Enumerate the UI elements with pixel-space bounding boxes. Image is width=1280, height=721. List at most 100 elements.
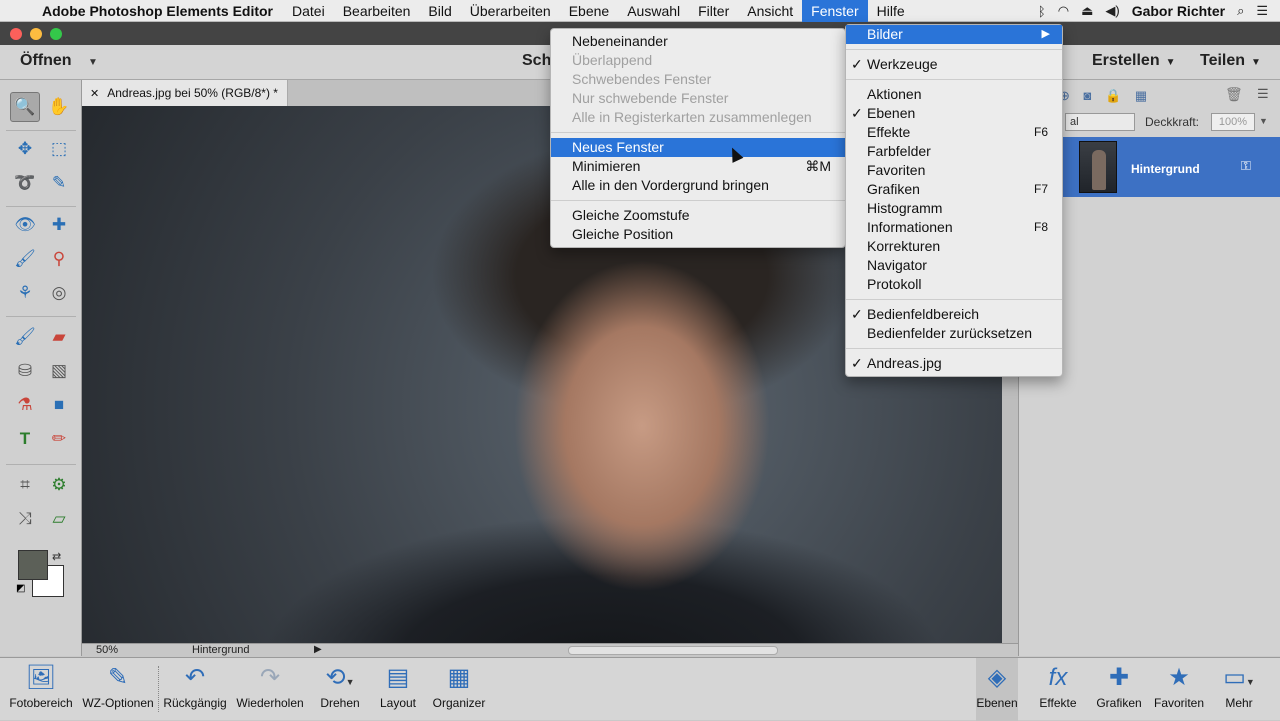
quick-selection-tool-icon[interactable]: ✎ bbox=[44, 168, 74, 198]
graphics-button[interactable]: ✚ Grafiken bbox=[1092, 658, 1146, 721]
submenu-item[interactable]: Favoriten bbox=[846, 161, 1062, 180]
submenu-item[interactable]: Grafiken F7 bbox=[846, 180, 1062, 199]
lock-all-icon[interactable]: 🔒 bbox=[1105, 88, 1121, 103]
blur-tool-icon[interactable]: ⚘ bbox=[10, 278, 40, 308]
organizer-button[interactable]: ▦ Organizer bbox=[428, 658, 490, 721]
fenster-menu-item[interactable]: Gleiche Zoomstufe bbox=[551, 206, 845, 225]
submenu-item[interactable]: Effekte F6 bbox=[846, 123, 1062, 142]
layer-lock-icon[interactable]: ⚿ bbox=[1241, 158, 1251, 174]
layers-button[interactable]: ◈ Ebenen bbox=[976, 658, 1018, 721]
photo-bin-button[interactable]: 🖼 Fotobereich bbox=[4, 658, 78, 721]
delete-layer-icon[interactable]: 🗑 bbox=[1225, 86, 1243, 103]
effects-button[interactable]: fx Effekte bbox=[1034, 658, 1082, 721]
eraser-tool-icon[interactable]: ▰ bbox=[44, 322, 74, 352]
content-aware-move-tool-icon[interactable]: ⤨ bbox=[10, 504, 40, 534]
submenu-item[interactable]: Navigator bbox=[846, 256, 1062, 275]
fenster-menu-item[interactable]: Nebeneinander bbox=[551, 32, 845, 51]
submenu-item[interactable]: Farbfelder bbox=[846, 142, 1062, 161]
menu-ueberarbeiten[interactable]: Überarbeiten bbox=[461, 0, 560, 22]
shape-tool-icon[interactable]: ■ bbox=[44, 390, 74, 420]
favorites-button[interactable]: ★ Favoriten bbox=[1150, 658, 1208, 721]
menu-hilfe[interactable]: Hilfe bbox=[868, 0, 914, 22]
menu-auswahl[interactable]: Auswahl bbox=[618, 0, 689, 22]
eyedropper-tool-icon[interactable]: ⚗ bbox=[10, 390, 40, 420]
submenu-header-bilder[interactable]: Bilder ▶ bbox=[846, 25, 1062, 44]
notification-list-icon[interactable]: ☰ bbox=[1256, 3, 1268, 19]
foreground-color-swatch[interactable] bbox=[18, 550, 48, 580]
open-dropdown-caret-icon[interactable]: ▼ bbox=[88, 57, 98, 68]
fenster-menu-item[interactable]: Neues Fenster bbox=[551, 138, 845, 157]
type-tool-icon[interactable]: T bbox=[10, 424, 40, 454]
blend-mode-select[interactable]: al bbox=[1065, 113, 1135, 131]
zoom-window-button[interactable] bbox=[50, 28, 62, 40]
redo-button[interactable]: ↷ Wiederholen bbox=[232, 658, 308, 721]
move-tool-icon[interactable]: ✥ bbox=[10, 134, 40, 164]
close-window-button[interactable] bbox=[10, 28, 22, 40]
open-button[interactable]: Öffnen bbox=[20, 52, 72, 70]
status-menu-arrow-icon[interactable]: ▶ bbox=[314, 644, 322, 655]
menu-fenster[interactable]: Fenster bbox=[802, 0, 868, 22]
sponge-tool-icon[interactable]: ◎ bbox=[44, 278, 74, 308]
paint-bucket-tool-icon[interactable]: ⛁ bbox=[10, 356, 40, 386]
brush-tool-icon[interactable]: 🖌 bbox=[10, 322, 40, 352]
opacity-field[interactable]: 100% bbox=[1211, 113, 1255, 131]
menu-ebene[interactable]: Ebene bbox=[560, 0, 618, 22]
submenu-item[interactable]: Informationen F8 bbox=[846, 218, 1062, 237]
fenster-menu-item[interactable]: Minimieren ⌘M bbox=[551, 157, 845, 176]
eject-icon[interactable]: ⏏ bbox=[1081, 3, 1093, 19]
swap-colors-icon[interactable]: ⇄ bbox=[52, 550, 61, 563]
opacity-caret-icon[interactable]: ▼ bbox=[1259, 116, 1268, 126]
tool-options-button[interactable]: ✎ WZ-Optionen bbox=[78, 658, 158, 721]
menu-bild[interactable]: Bild bbox=[419, 0, 460, 22]
clone-stamp-tool-icon[interactable]: ⚲ bbox=[44, 244, 74, 274]
red-eye-tool-icon[interactable]: 👁 bbox=[10, 210, 40, 240]
user-menu[interactable]: Gabor Richter bbox=[1132, 3, 1225, 19]
straighten-tool-icon[interactable]: ⏥ bbox=[44, 504, 74, 534]
rotate-button[interactable]: ⟲▼ Drehen bbox=[310, 658, 370, 721]
zoom-tool-icon[interactable]: 🔍 bbox=[10, 92, 40, 122]
submenu-item[interactable]: Protokoll bbox=[846, 275, 1062, 294]
create-button[interactable]: Erstellen ▼ bbox=[1092, 52, 1176, 70]
gradient-tool-icon[interactable]: ▧ bbox=[44, 356, 74, 386]
lasso-tool-icon[interactable]: ➰ bbox=[10, 168, 40, 198]
spot-healing-tool-icon[interactable]: ✚ bbox=[44, 210, 74, 240]
spotlight-search-icon[interactable]: ⌕ bbox=[1237, 3, 1244, 19]
crop-tool-icon[interactable]: ⌗ bbox=[10, 470, 40, 500]
submenu-item[interactable]: Aktionen bbox=[846, 85, 1062, 104]
recompose-tool-icon[interactable]: ⚙ bbox=[44, 470, 74, 500]
close-tab-icon[interactable]: ✕ bbox=[90, 88, 99, 100]
menu-ansicht[interactable]: Ansicht bbox=[738, 0, 802, 22]
submenu-item[interactable]: Korrekturen bbox=[846, 237, 1062, 256]
app-name-menu[interactable]: Adobe Photoshop Elements Editor bbox=[38, 3, 283, 19]
wifi-icon[interactable]: ◠ bbox=[1058, 3, 1069, 19]
layer-mask-icon[interactable]: ◙ bbox=[1084, 88, 1092, 103]
submenu-item[interactable]: ✓ Andreas.jpg bbox=[846, 354, 1062, 373]
share-button[interactable]: Teilen ▼ bbox=[1200, 52, 1261, 70]
volume-icon[interactable]: ◀) bbox=[1105, 3, 1119, 19]
lock-transparency-icon[interactable]: ▦ bbox=[1135, 88, 1147, 103]
submenu-item[interactable]: Histogramm bbox=[846, 199, 1062, 218]
document-tab[interactable]: ✕ Andreas.jpg bei 50% (RGB/8*) * bbox=[82, 80, 288, 106]
undo-button[interactable]: ↶ Rückgängig bbox=[160, 658, 230, 721]
minimize-window-button[interactable] bbox=[30, 28, 42, 40]
submenu-item[interactable]: ✓ Bedienfeldbereich bbox=[846, 305, 1062, 324]
layer-row[interactable]: Hintergrund ⚿ bbox=[1063, 137, 1280, 197]
more-button[interactable]: ▭▼ Mehr bbox=[1214, 658, 1264, 721]
menu-filter[interactable]: Filter bbox=[689, 0, 738, 22]
marquee-tool-icon[interactable]: ⬚ bbox=[44, 134, 74, 164]
default-colors-icon[interactable]: ◩ bbox=[16, 583, 25, 594]
submenu-item[interactable]: ✓ Werkzeuge bbox=[846, 55, 1062, 74]
panel-menu-icon[interactable]: ☰ bbox=[1257, 86, 1269, 102]
fenster-menu-item[interactable]: Alle in den Vordergrund bringen bbox=[551, 176, 845, 195]
smart-brush-tool-icon[interactable]: 🖌 bbox=[10, 244, 40, 274]
horizontal-scrollbar[interactable] bbox=[568, 646, 778, 655]
fenster-menu-item[interactable]: Gleiche Position bbox=[551, 225, 845, 244]
zoom-level-field[interactable]: 50% bbox=[96, 644, 118, 656]
menu-bearbeiten[interactable]: Bearbeiten bbox=[334, 0, 420, 22]
menu-datei[interactable]: Datei bbox=[283, 0, 334, 22]
bluetooth-icon[interactable]: ᛒ bbox=[1038, 4, 1046, 19]
hand-tool-icon[interactable]: ✋ bbox=[44, 92, 74, 122]
submenu-item[interactable]: Bedienfelder zurücksetzen bbox=[846, 324, 1062, 343]
pencil-tool-icon[interactable]: ✏ bbox=[44, 424, 74, 454]
layout-button[interactable]: ▤ Layout bbox=[372, 658, 424, 721]
